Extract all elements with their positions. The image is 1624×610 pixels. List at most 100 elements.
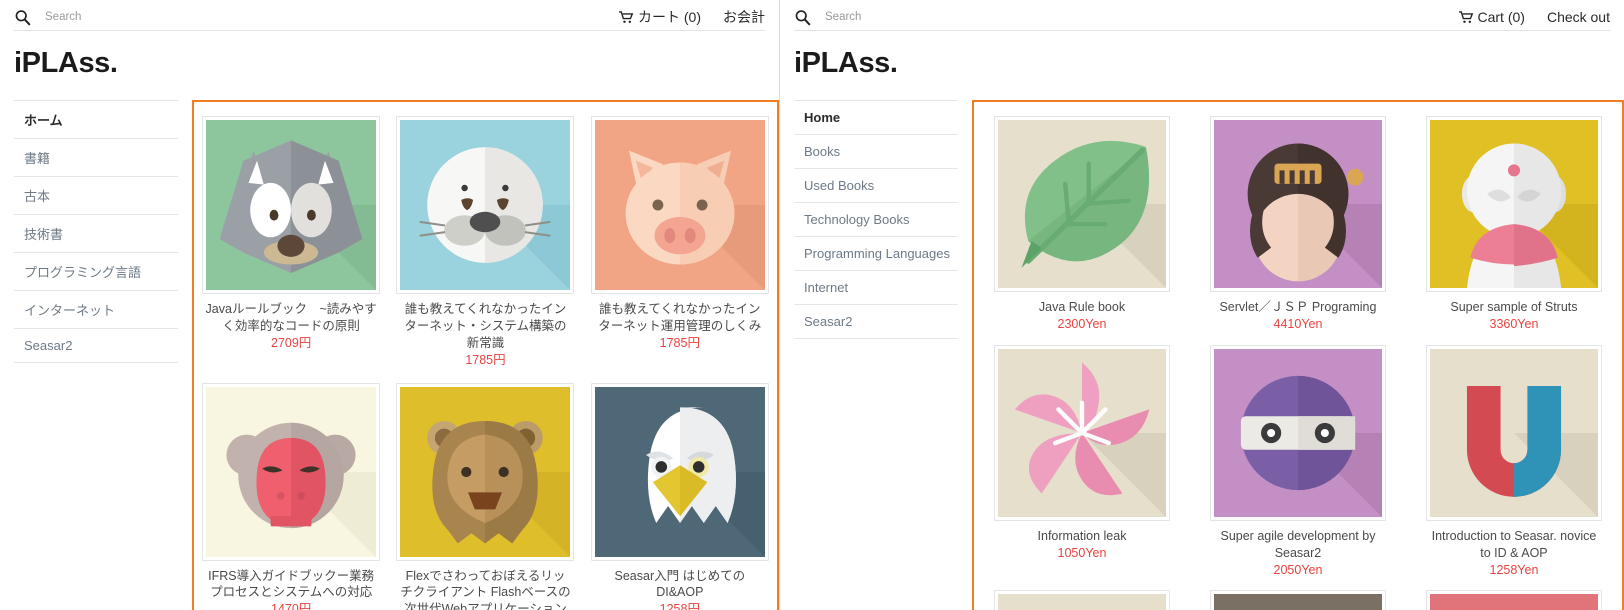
sidebar-item-internet[interactable]: インターネット	[14, 291, 178, 329]
seal-icon	[400, 120, 571, 290]
lion-icon	[400, 386, 571, 557]
product-title: 誰も教えてくれなかったインターネット・システム構築の新常識	[404, 302, 567, 350]
product-thumbnail[interactable]	[202, 382, 381, 561]
product-card[interactable]: Super sample of Struts 3360Yen	[1406, 112, 1622, 341]
magnet-icon: S N	[1429, 348, 1598, 517]
sidebar-item-home[interactable]: Home	[794, 100, 958, 135]
product-thumbnail[interactable]	[1425, 590, 1602, 610]
search-group[interactable]	[794, 9, 1025, 26]
product-title: IFRS導入ガイドブックー業務プロセスとシステムへの対応	[208, 568, 375, 600]
product-price: 1785円	[465, 352, 506, 367]
svg-text:S: S	[1477, 394, 1494, 422]
sidebar-item-programming-languages[interactable]: Programming Languages	[794, 237, 958, 271]
product-title: Information leak	[1037, 528, 1127, 543]
product-card[interactable]: S N Introduction to Seasar. novice to ID…	[1406, 341, 1622, 587]
product-thumbnail[interactable]: S N	[1425, 344, 1602, 521]
sidebar-item-seasar2[interactable]: Seasar2	[794, 305, 958, 339]
leaf-icon	[997, 120, 1166, 288]
checkout-link[interactable]: お会計	[723, 7, 765, 27]
product-card[interactable]: Information leak 1050Yen	[974, 341, 1190, 587]
product-price: 1470円	[271, 602, 312, 610]
product-thumbnail[interactable]	[1209, 116, 1386, 292]
product-thumbnail[interactable]	[1209, 344, 1386, 521]
topbar-links: カート (0) お会計	[619, 7, 765, 27]
product-grid: Java Rule book 2300Yen Servlet／ＪＳＰ Progr…	[974, 112, 1622, 610]
product-title: Introduction to Seasar. novice to ID & A…	[1431, 528, 1597, 560]
sidebar-item-programming-languages[interactable]: プログラミング言語	[14, 253, 178, 291]
product-thumbnail[interactable]	[590, 116, 769, 294]
eagle-icon	[594, 386, 765, 557]
monk-icon	[1429, 120, 1598, 288]
cart-icon	[619, 10, 634, 24]
sidebar-item-books[interactable]: 書籍	[14, 139, 178, 177]
topbar-links: Cart (0) Check out	[1458, 9, 1610, 25]
product-thumbnail[interactable]	[590, 382, 769, 561]
sidebar-item-internet[interactable]: Internet	[794, 271, 958, 305]
sidebar-japanese: ホーム 書籍 古本 技術書 プログラミング言語 インターネット Seasar2	[14, 100, 192, 363]
cart-link[interactable]: カート (0)	[619, 7, 701, 27]
product-card[interactable]	[1406, 586, 1622, 610]
search-input[interactable]	[825, 11, 1025, 23]
brand-title: iPLAss.	[794, 47, 898, 79]
product-card[interactable]: 誰も教えてくれなかったインターネット運用管理のしくみ 1785円	[583, 112, 777, 379]
sidebar-item-technology-books[interactable]: Technology Books	[794, 203, 958, 237]
product-price: 2300Yen	[1057, 316, 1107, 331]
product-price: 1258円	[659, 602, 700, 610]
product-card[interactable]: Super agile development by Seasar2 2050Y…	[1190, 341, 1406, 587]
product-title: Seasar入門 はじめての DI&AOP	[614, 568, 746, 600]
cart-label: カート (0)	[638, 9, 701, 25]
product-card[interactable]: IFRS導入ガイドブックー業務プロセスとシステムへの対応 1470円	[194, 379, 388, 610]
sidebar-item-books[interactable]: Books	[794, 135, 958, 169]
search-input[interactable]	[45, 11, 245, 23]
product-card[interactable]: Seasar入門 はじめての DI&AOP 1258円	[583, 379, 777, 610]
product-price: 2050Yen	[1273, 562, 1323, 577]
cart-link[interactable]: Cart (0)	[1458, 9, 1525, 25]
product-price: 2709円	[271, 335, 312, 350]
sidebar-item-used-books[interactable]: Used Books	[794, 169, 958, 203]
brand-title: iPLAss.	[14, 47, 118, 79]
product-grid: Javaルールブック ~読みやすく効率的なコードの原則 2709円 誰も教えてく…	[194, 112, 777, 610]
product-price: 1785円	[659, 335, 700, 350]
wolf-icon	[206, 120, 377, 290]
product-thumbnail[interactable]	[396, 116, 575, 294]
sidebar-item-home[interactable]: ホーム	[14, 100, 178, 139]
pig-icon	[594, 120, 765, 290]
body-row: ホーム 書籍 古本 技術書 プログラミング言語 インターネット Seasar2	[0, 100, 779, 610]
sidebar-item-seasar2[interactable]: Seasar2	[14, 329, 178, 363]
product-thumbnail[interactable]	[1209, 590, 1386, 610]
cart-icon	[1458, 10, 1474, 24]
product-card[interactable]: Servlet／ＪＳＰ Programing 4410Yen	[1190, 112, 1406, 341]
partial-tan-icon	[997, 594, 1166, 610]
product-card[interactable]: Flexでさわっておぼえるリッチクライアント Flashベースの次世代Webアプ…	[388, 379, 582, 610]
ninja-icon	[1213, 348, 1382, 517]
topbar-japanese: カート (0) お会計	[0, 0, 779, 30]
product-thumbnail[interactable]	[993, 344, 1170, 521]
product-title: Flexでさわっておぼえるリッチクライアント Flashベースの次世代Webアプ…	[400, 568, 571, 610]
partial-gray-icon	[1213, 594, 1382, 610]
product-title: Super agile development by Seasar2	[1220, 528, 1376, 560]
product-thumbnail[interactable]	[993, 116, 1170, 292]
sakura-icon	[997, 348, 1166, 517]
product-thumbnail[interactable]	[1425, 116, 1602, 292]
product-card[interactable]: Java Rule book 2300Yen	[974, 112, 1190, 341]
svg-text:N: N	[1535, 394, 1553, 422]
partial-red-icon	[1429, 594, 1598, 610]
product-price: 4410Yen	[1273, 316, 1323, 331]
sidebar-item-technology-books[interactable]: 技術書	[14, 215, 178, 253]
product-title: 誰も教えてくれなかったインターネット運用管理のしくみ	[598, 302, 762, 333]
product-title: Java Rule book	[1038, 300, 1126, 314]
product-thumbnail[interactable]	[993, 590, 1170, 610]
product-card[interactable]	[1190, 586, 1406, 610]
sidebar-item-used-books[interactable]: 古本	[14, 177, 178, 215]
product-thumbnail[interactable]	[202, 116, 381, 294]
product-thumbnail[interactable]	[396, 382, 575, 561]
search-icon[interactable]	[14, 9, 31, 26]
checkout-link[interactable]: Check out	[1547, 9, 1610, 25]
search-icon[interactable]	[794, 9, 811, 26]
product-card[interactable]	[974, 586, 1190, 610]
panel-english: Cart (0) Check out iPLAss. Home Books Us…	[780, 0, 1624, 610]
search-group[interactable]	[14, 9, 245, 26]
product-card[interactable]: 誰も教えてくれなかったインターネット・システム構築の新常識 1785円	[388, 112, 582, 379]
cart-label: Cart (0)	[1477, 9, 1525, 25]
product-card[interactable]: Javaルールブック ~読みやすく効率的なコードの原則 2709円	[194, 112, 388, 379]
